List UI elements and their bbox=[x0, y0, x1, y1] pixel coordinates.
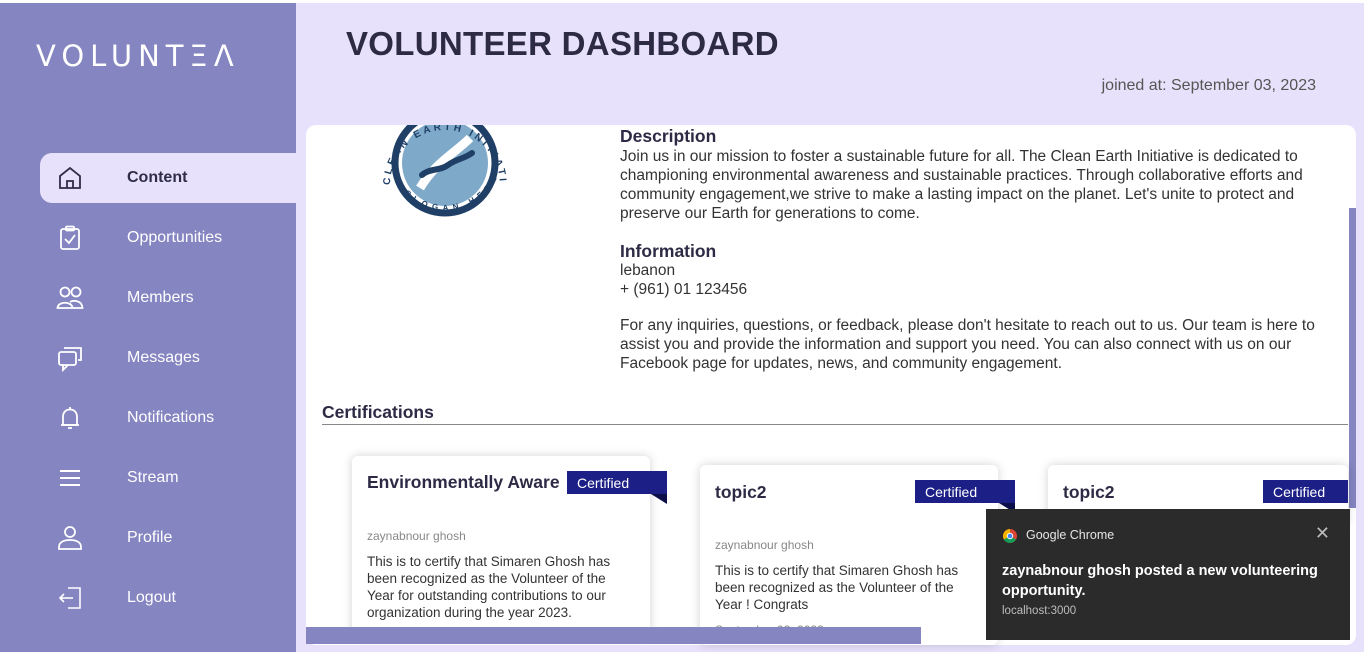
information-heading: Information bbox=[620, 241, 717, 261]
users-icon bbox=[56, 284, 84, 312]
sidebar-item-label: Messages bbox=[127, 349, 200, 366]
certification-text: This is to certify that Simaren Ghosh ha… bbox=[715, 563, 959, 612]
page-title: VOLUNTEER DASHBOARD bbox=[346, 25, 779, 62]
organization-logo: CLEAN EARTH INITIATIVE SLOGAN HERE bbox=[360, 93, 530, 243]
close-icon[interactable]: ✕ bbox=[1315, 523, 1330, 544]
description-heading: Description bbox=[620, 126, 717, 146]
menu-lines-icon bbox=[56, 464, 84, 492]
logout-icon bbox=[56, 584, 84, 612]
horizontal-scrollbar[interactable] bbox=[306, 627, 921, 644]
certification-title: topic2 bbox=[1063, 482, 1115, 502]
notification-source: localhost:3000 bbox=[1002, 605, 1077, 617]
certification-author: zaynabnour ghosh bbox=[715, 538, 814, 552]
sidebar-item-notifications[interactable]: Notifications bbox=[40, 393, 296, 443]
chrome-icon bbox=[1003, 529, 1017, 543]
sidebar: VOLUNTΞΛ Content Opportunities Members M… bbox=[0, 3, 296, 652]
certification-author: zaynabnour ghosh bbox=[367, 529, 466, 543]
user-icon bbox=[56, 524, 84, 552]
sidebar-item-label: Profile bbox=[127, 529, 173, 546]
sidebar-item-opportunities[interactable]: Opportunities bbox=[40, 213, 296, 263]
vertical-scrollbar[interactable] bbox=[1349, 208, 1356, 508]
bell-icon bbox=[56, 404, 84, 432]
badge-fold bbox=[651, 494, 667, 504]
app-logo[interactable]: VOLUNTΞΛ bbox=[36, 39, 240, 73]
sidebar-item-members[interactable]: Members bbox=[40, 273, 296, 323]
sidebar-item-label: Content bbox=[127, 169, 188, 186]
sidebar-item-label: Opportunities bbox=[127, 229, 223, 246]
inquiry-text: For any inquiries, questions, or feedbac… bbox=[620, 317, 1315, 372]
sidebar-item-content[interactable]: Content bbox=[40, 153, 296, 203]
certifications-divider bbox=[322, 424, 1348, 425]
certified-badge: Certified bbox=[1263, 480, 1348, 503]
sidebar-item-label: Stream bbox=[127, 469, 179, 486]
sidebar-item-stream[interactable]: Stream bbox=[40, 453, 296, 503]
clipboard-check-icon bbox=[56, 224, 84, 252]
certification-title: topic2 bbox=[715, 482, 767, 502]
sidebar-item-label: Notifications bbox=[127, 409, 215, 426]
organization-location: lebanon bbox=[620, 262, 676, 279]
certification-text: This is to certify that Simaren Ghosh ha… bbox=[367, 554, 611, 620]
certification-title: Environmentally Aware bbox=[367, 472, 560, 492]
sidebar-item-profile[interactable]: Profile bbox=[40, 513, 296, 563]
home-icon bbox=[56, 164, 84, 192]
sidebar-item-logout[interactable]: Logout bbox=[40, 573, 296, 623]
notification-app-name: Google Chrome bbox=[1026, 528, 1115, 542]
certification-card[interactable]: Environmentally Aware Certified zaynabno… bbox=[352, 456, 667, 636]
certified-badge: Certified bbox=[915, 480, 1015, 503]
certifications-heading: Certifications bbox=[322, 402, 434, 422]
sidebar-item-label: Members bbox=[127, 289, 194, 306]
notification-message: zaynabnour ghosh posted a new volunteeri… bbox=[1002, 563, 1318, 599]
chrome-notification[interactable]: Google Chrome ✕ zaynabnour ghosh posted … bbox=[986, 509, 1350, 640]
sidebar-item-label: Logout bbox=[127, 589, 176, 606]
joined-date: joined at: September 03, 2023 bbox=[1101, 77, 1316, 94]
certified-badge: Certified bbox=[567, 471, 667, 494]
description-section: Description Join us in our mission to fo… bbox=[620, 127, 1340, 223]
sidebar-item-messages[interactable]: Messages bbox=[40, 333, 296, 383]
chat-icon bbox=[56, 344, 84, 372]
organization-phone: + (961) 01 123456 bbox=[620, 281, 748, 298]
certification-card[interactable]: topic2 Certified zaynabnour ghosh This i… bbox=[700, 465, 1015, 645]
description-text: Join us in our mission to foster a susta… bbox=[620, 148, 1303, 222]
